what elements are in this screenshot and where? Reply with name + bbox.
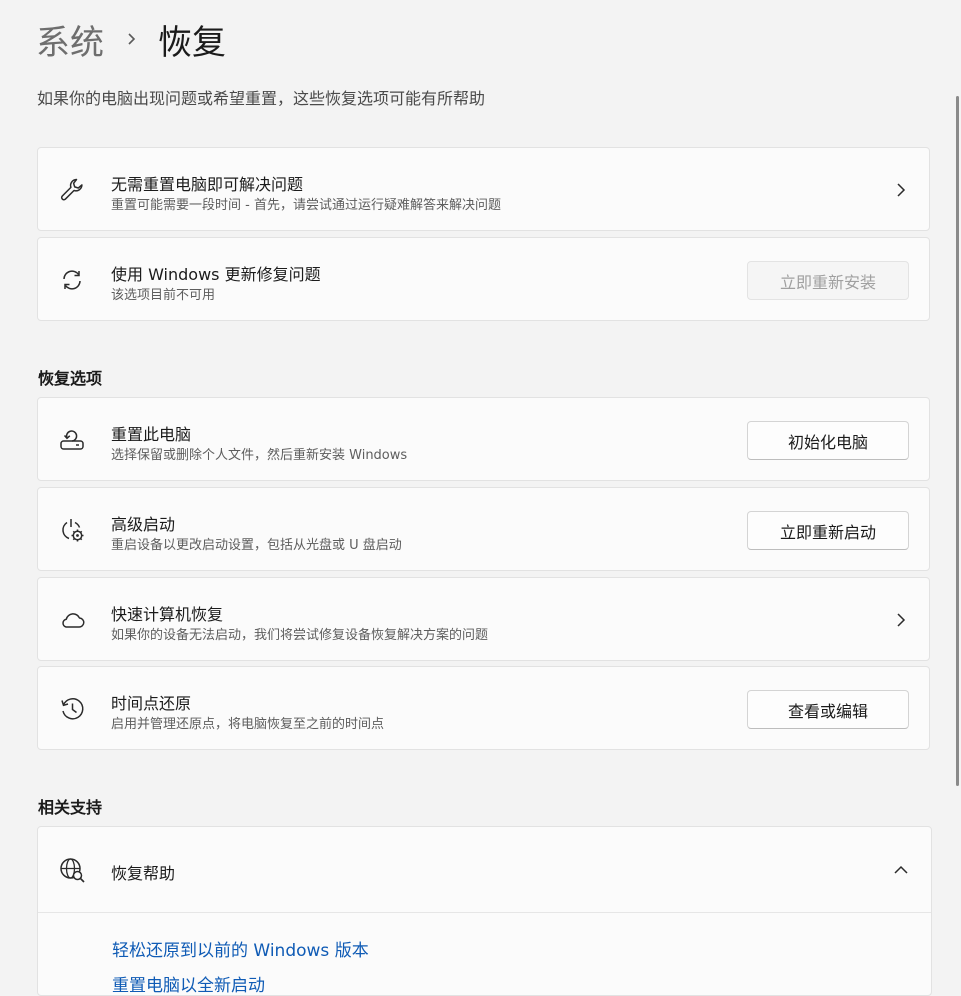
system-restore-card: 时间点还原 启用并管理还原点，将电脑恢复至之前的时间点 查看或编辑 (37, 666, 930, 750)
power-gear-icon (58, 516, 86, 544)
recovery-help-card: 恢复帮助 轻松还原到以前的 Windows 版本 重置电脑以全新启动 (37, 826, 932, 996)
cloud-icon (58, 606, 86, 634)
troubleshoot-card[interactable]: 无需重置电脑即可解决问题 重置可能需要一段时间 - 首先，请尝试通过运行疑难解答… (37, 147, 930, 231)
reset-pc-button[interactable]: 初始化电脑 (747, 421, 909, 460)
reset-pc-icon (58, 426, 86, 454)
page-title: 恢复 (158, 22, 226, 63)
reset-pc-card: 重置此电脑 选择保留或删除个人文件，然后重新安装 Windows 初始化电脑 (37, 397, 930, 481)
system-restore-title: 时间点还原 (111, 694, 192, 713)
recovery-help-title: 恢复帮助 (111, 864, 176, 883)
sync-icon (58, 266, 86, 294)
breadcrumb-system[interactable]: 系统 (36, 15, 104, 64)
troubleshoot-title: 无需重置电脑即可解决问题 (111, 175, 304, 194)
link-restore-previous-windows[interactable]: 轻松还原到以前的 Windows 版本 (112, 936, 369, 961)
reinstall-now-button: 立即重新安装 (747, 261, 909, 300)
advanced-startup-card: 高级启动 重启设备以更改启动设置，包括从光盘或 U 盘启动 立即重新启动 (37, 487, 930, 571)
recovery-help-header[interactable]: 恢复帮助 (38, 827, 931, 913)
recovery-options-heading: 恢复选项 (38, 369, 103, 388)
system-restore-desc: 启用并管理还原点，将电脑恢复至之前的时间点 (111, 717, 385, 732)
scrollbar[interactable] (956, 96, 959, 786)
view-or-edit-button[interactable]: 查看或编辑 (747, 690, 909, 729)
advanced-startup-title: 高级启动 (111, 515, 176, 534)
windows-update-fix-title: 使用 Windows 更新修复问题 (111, 265, 321, 284)
troubleshoot-desc: 重置可能需要一段时间 - 首先，请尝试通过运行疑难解答来解决问题 (111, 198, 501, 213)
breadcrumb-chevron-icon (104, 14, 158, 64)
chevron-right-icon (891, 610, 911, 630)
page-subtitle: 如果你的电脑出现问题或希望重置，这些恢复选项可能有所帮助 (37, 89, 486, 108)
breadcrumb: 系统 恢复 (36, 14, 226, 64)
history-icon (58, 695, 86, 723)
globe-search-icon (58, 856, 86, 884)
chevron-right-icon (891, 180, 911, 200)
windows-update-fix-desc: 该选项目前不可用 (111, 288, 216, 303)
advanced-startup-desc: 重启设备以更改启动设置，包括从光盘或 U 盘启动 (111, 538, 402, 553)
chevron-up-icon[interactable] (891, 860, 911, 880)
restart-now-button[interactable]: 立即重新启动 (747, 511, 909, 550)
quick-recovery-title: 快速计算机恢复 (111, 605, 224, 624)
reset-pc-desc: 选择保留或删除个人文件，然后重新安装 Windows (111, 448, 408, 463)
quick-recovery-card[interactable]: 快速计算机恢复 如果你的设备无法启动，我们将尝试修复设备恢复解决方案的问题 (37, 577, 930, 661)
wrench-icon (58, 176, 86, 204)
windows-update-fix-card: 使用 Windows 更新修复问题 该选项目前不可用 立即重新安装 (37, 237, 930, 321)
related-support-heading: 相关支持 (38, 798, 103, 817)
quick-recovery-desc: 如果你的设备无法启动，我们将尝试修复设备恢复解决方案的问题 (111, 628, 489, 643)
reset-pc-title: 重置此电脑 (111, 425, 192, 444)
